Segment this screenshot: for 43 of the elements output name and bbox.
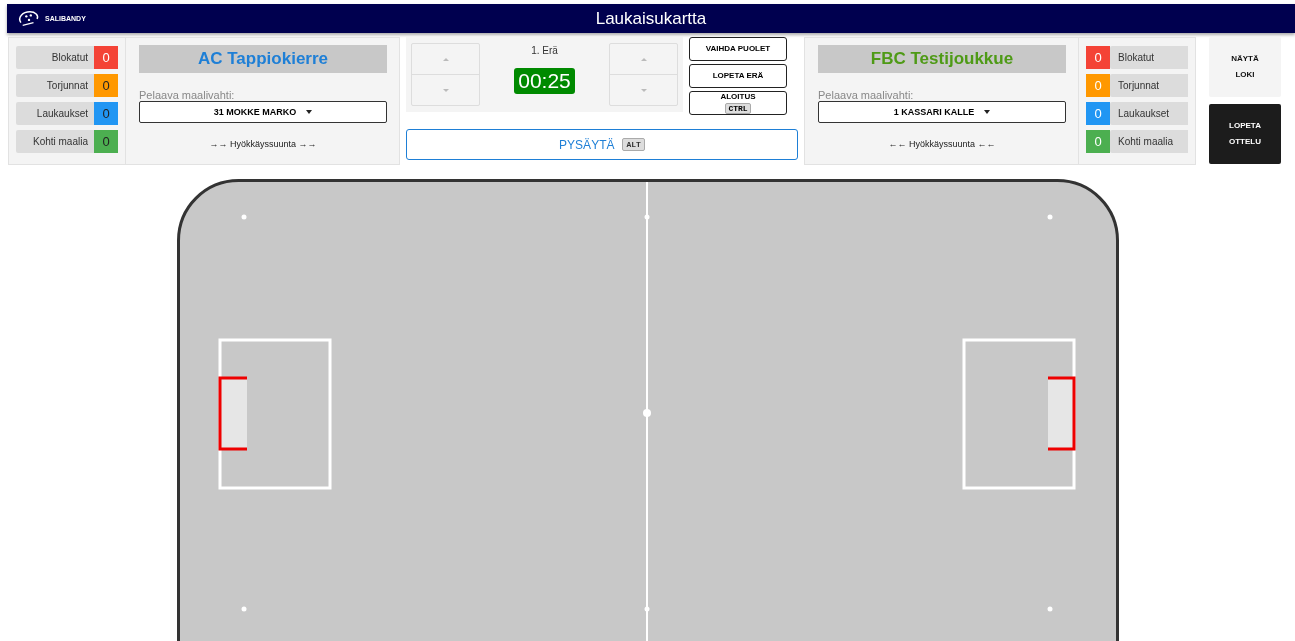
stat-label: Kohti maalia: [16, 130, 94, 153]
stat-label: Laukaukset: [1110, 102, 1188, 125]
caret-up-icon: [640, 57, 647, 61]
page-title: Laukaisukartta: [595, 8, 707, 29]
stat-value: 0: [94, 102, 118, 125]
stat-label: Blokatut: [1110, 46, 1188, 69]
stat-value: 0: [1086, 46, 1110, 69]
stat-value: 0: [94, 46, 118, 69]
game-clock: 00:25: [514, 68, 575, 94]
stat-label: Laukaukset: [16, 102, 94, 125]
court-drawing[interactable]: [177, 179, 1119, 641]
stat-value: 0: [1086, 74, 1110, 97]
team-name: AC Tappiokierre: [139, 45, 387, 73]
stat-value: 0: [1086, 102, 1110, 125]
stat-label: Kohti maalia: [1110, 130, 1188, 153]
action-button[interactable]: VAIHDA PUOLET: [689, 37, 787, 61]
field-label: Pelaava maalivahti:: [139, 89, 236, 101]
stat-value: 0: [94, 130, 118, 153]
caret-down-icon: [640, 88, 647, 92]
field-label: Pelaava maalivahti:: [818, 89, 915, 101]
attack-direction: ←← Hyökkäyssuunta ←←: [887, 139, 997, 149]
key-hint: CTRL: [725, 103, 751, 114]
caret-down-icon: [442, 88, 449, 92]
goalie-dropdown[interactable]: 1 KASSARI KALLE: [818, 101, 1066, 123]
action-button[interactable]: LOPETA ERÄ: [689, 64, 787, 88]
stat-value: 0: [1086, 130, 1110, 153]
period-label: 1. Erä: [531, 45, 558, 56]
pause-button[interactable]: PYSÄYTÄ ALT: [406, 129, 798, 160]
goalie-dropdown[interactable]: 31 MOKKE MARKO: [139, 101, 387, 123]
stat-value: 0: [94, 74, 118, 97]
side-button[interactable]: NÄYTÄ LOKI: [1209, 37, 1281, 97]
logo-icon: [17, 9, 41, 28]
stat-label: Blokatut: [16, 46, 94, 69]
stat-label: Torjunnat: [1110, 74, 1188, 97]
caret-icon: [306, 110, 313, 114]
action-button[interactable]: ALOITUS CTRL: [689, 91, 787, 115]
team-name: FBC Testijoukkue: [818, 45, 1066, 73]
attack-direction: →→ Hyökkäyssuunta →→: [208, 139, 318, 149]
caret-icon: [984, 110, 991, 114]
stat-label: Torjunnat: [16, 74, 94, 97]
key-hint: ALT: [622, 138, 645, 151]
side-button[interactable]: LOPETA OTTELU: [1209, 104, 1281, 164]
caret-up-icon: [442, 57, 449, 61]
